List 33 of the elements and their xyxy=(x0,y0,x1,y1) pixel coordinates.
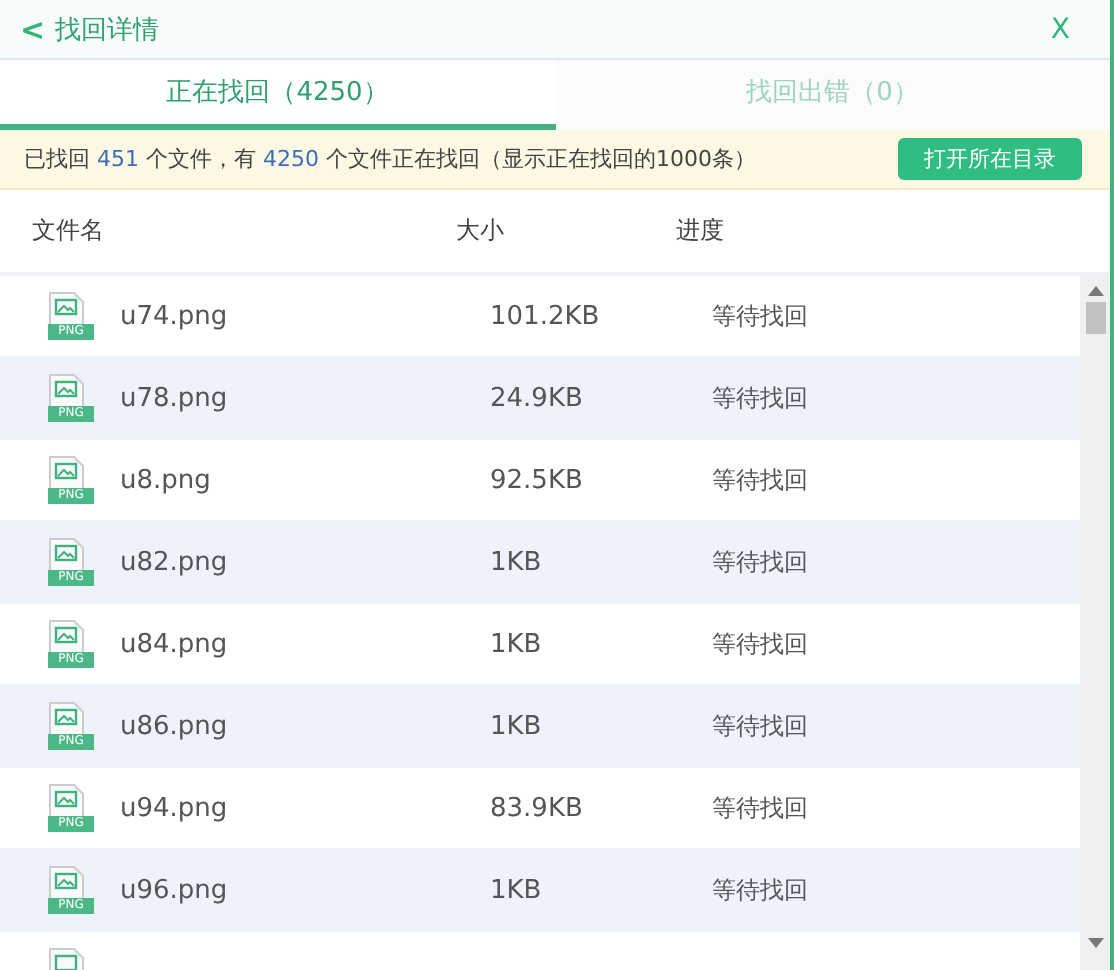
file-name: u8.png xyxy=(120,465,211,495)
file-size: 101.2KB xyxy=(488,301,602,331)
file-size: 1KB xyxy=(488,547,544,577)
column-header: 进度 xyxy=(676,214,724,248)
column-header: 大小 xyxy=(456,214,506,248)
progress-status: 等待找回 xyxy=(710,627,808,661)
file-name: u82.png xyxy=(120,547,228,577)
progress-status: 等待找回 xyxy=(710,709,808,743)
progress-status: 等待找回 xyxy=(710,381,808,415)
file-name: u78.png xyxy=(120,383,228,413)
scroll-up-icon[interactable] xyxy=(1087,286,1103,296)
file-name: u94.png xyxy=(120,793,228,823)
file-name: u96.png xyxy=(120,875,228,905)
file-name: u74.png xyxy=(120,301,228,331)
progress-status: 等待找回 xyxy=(710,545,808,579)
file-size: 1KB xyxy=(488,629,544,659)
file-size: 92.5KB xyxy=(488,465,585,495)
scrollbar-thumb[interactable] xyxy=(1085,302,1105,334)
progress-status: 等待找回 xyxy=(710,299,808,333)
progress-status: 等待找回 xyxy=(710,873,808,907)
window-title: 找回详情 xyxy=(55,13,160,47)
file-size: 24.9KB xyxy=(488,383,585,413)
file-name: u86.png xyxy=(120,711,228,741)
column-header: 文件名 xyxy=(30,214,106,248)
file-size: 83.9KB xyxy=(488,793,585,823)
progress-status: 等待找回 xyxy=(710,463,808,497)
file-size: 1KB xyxy=(488,875,544,905)
status-message: 已找回 451 个文件，有 4250 个文件正在找回（显示正在找回的1000条） xyxy=(24,144,756,174)
scroll-down-icon[interactable] xyxy=(1087,938,1103,948)
file-name: u84.png xyxy=(120,629,228,659)
progress-status: 等待找回 xyxy=(710,791,808,825)
file-size: 1KB xyxy=(488,711,544,741)
scrollbar[interactable] xyxy=(1080,276,1110,970)
